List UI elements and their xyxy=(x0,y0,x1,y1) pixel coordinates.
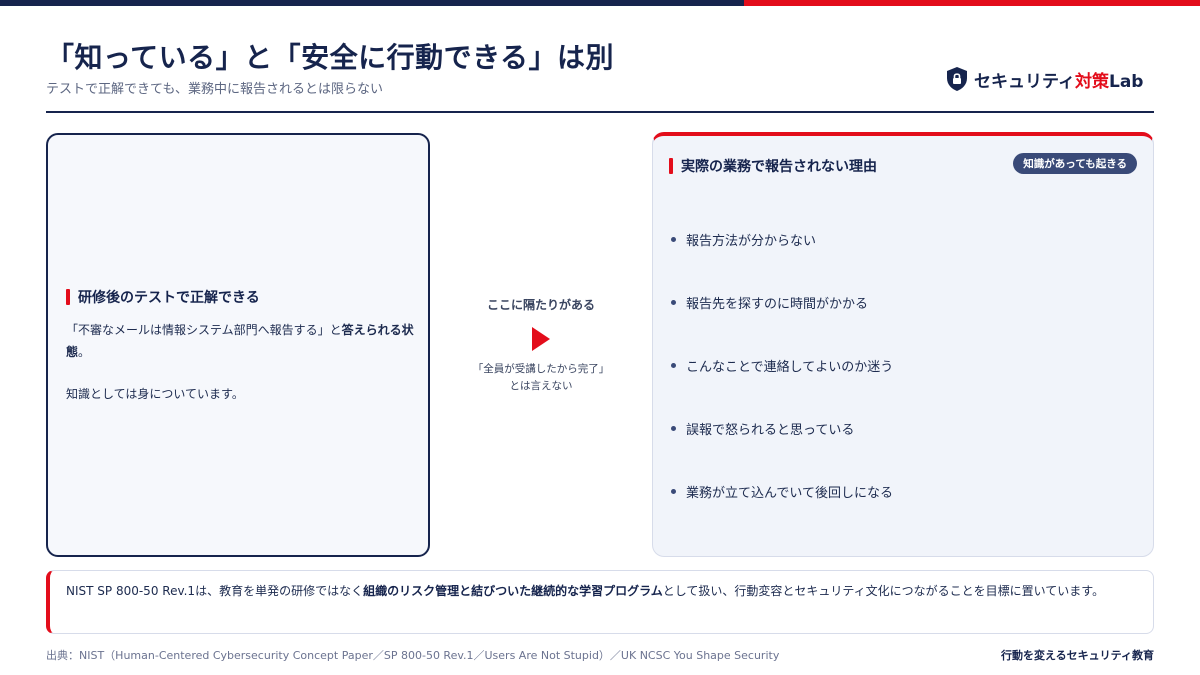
reason-text: 業務が立て込んでいて後回しになる xyxy=(686,485,893,501)
bullet-icon xyxy=(671,488,676,494)
gap-indicator: ここに隔たりがある 「全員が受講したから完了」 とは言えない xyxy=(430,296,652,395)
brand-name-accent: 対策 xyxy=(1074,71,1109,92)
list-item: 業務が立て込んでいて後回しになる xyxy=(671,480,893,502)
reasons-card-title: 実際の業務で報告されない理由 xyxy=(681,159,877,175)
callout-emphasis: 組織のリスク管理と結びついた継続的な学習プログラム xyxy=(363,584,663,598)
knowledge-card-note: 知識としては身についています。 xyxy=(66,387,244,401)
heading-marker xyxy=(66,289,70,305)
knowledge-card-title: 研修後のテストで正解できる xyxy=(78,290,260,306)
shield-lock-icon xyxy=(947,67,967,91)
heading-marker xyxy=(669,158,673,174)
gap-note-line1: 「全員が受講したから完了」 xyxy=(472,363,610,375)
list-item: 報告方法が分からない xyxy=(671,228,893,250)
status-badge: 知識があっても起きる xyxy=(1013,153,1137,174)
gap-label: ここに隔たりがある xyxy=(486,298,595,312)
quote-end: 。 xyxy=(78,345,91,359)
reason-text: 誤報で怒られると思っている xyxy=(686,422,855,438)
page-title: 「知っている」と「安全に行動できる」は別 xyxy=(46,41,615,74)
list-item: 報告先を探すのに時間がかかる xyxy=(671,291,893,313)
footer-tagline: 行動を変えるセキュリティ教育 xyxy=(1000,649,1154,662)
callout-text-part2: として扱い、行動変容とセキュリティ文化につながることを目標に置いています。 xyxy=(662,584,1105,598)
reasons-card: 実際の業務で報告されない理由 知識があっても起きる 報告方法が分からない 報告先… xyxy=(652,132,1154,557)
callout-text-part1: NIST SP 800-50 Rev.1は、教育を単発の研修ではなく xyxy=(66,584,364,598)
reason-text: 報告先を探すのに時間がかかる xyxy=(686,296,869,312)
bullet-icon xyxy=(671,236,676,242)
callout-text: NIST SP 800-50 Rev.1は、教育を単発の研修ではなく組織のリスク… xyxy=(66,581,1136,602)
bullet-icon xyxy=(671,425,676,431)
source-citation: 出典：NIST（Human-Centered Cybersecurity Con… xyxy=(46,649,780,662)
gap-note-line2: とは言えない xyxy=(509,380,573,392)
reasons-card-heading: 実際の業務で報告されない理由 xyxy=(669,156,877,176)
list-item: 誤報で怒られると思っている xyxy=(671,417,893,439)
knowledge-card-heading: 研修後のテストで正解できる xyxy=(66,287,260,307)
page-subtitle: テストで正解できても、業務中に報告されるとは限らない xyxy=(46,82,383,97)
reasons-list: 報告方法が分からない 報告先を探すのに時間がかかる こんなことで連絡してよいのか… xyxy=(671,228,893,543)
header-divider xyxy=(46,111,1154,113)
brand-name-tail: Lab xyxy=(1108,71,1144,92)
bullet-icon xyxy=(671,299,676,305)
arrow-right-icon xyxy=(532,327,550,351)
top-accent-bar xyxy=(0,0,1200,6)
brand-name-main: セキュリティ xyxy=(974,71,1075,92)
brand-name: セキュリティ対策Lab xyxy=(974,67,1143,92)
knowledge-card-quote: 「不審なメールは情報システム部門へ報告する」と答えられる状態。 xyxy=(66,319,416,363)
brand-logo: セキュリティ対策Lab xyxy=(946,66,1143,92)
quote-text: 「不審なメールは情報システム部門へ報告する」と xyxy=(66,323,342,337)
reason-text: 報告方法が分からない xyxy=(686,233,817,249)
bullet-icon xyxy=(671,362,676,368)
gap-note: 「全員が受講したから完了」 とは言えない xyxy=(430,361,652,395)
list-item: こんなことで連絡してよいのか迷う xyxy=(671,354,893,376)
reason-text: こんなことで連絡してよいのか迷う xyxy=(686,359,894,375)
top-accent-red-segment xyxy=(744,0,1200,6)
nist-callout: NIST SP 800-50 Rev.1は、教育を単発の研修ではなく組織のリスク… xyxy=(46,570,1154,634)
knowledge-card: 研修後のテストで正解できる 「不審なメールは情報システム部門へ報告する」と答えら… xyxy=(46,133,430,557)
